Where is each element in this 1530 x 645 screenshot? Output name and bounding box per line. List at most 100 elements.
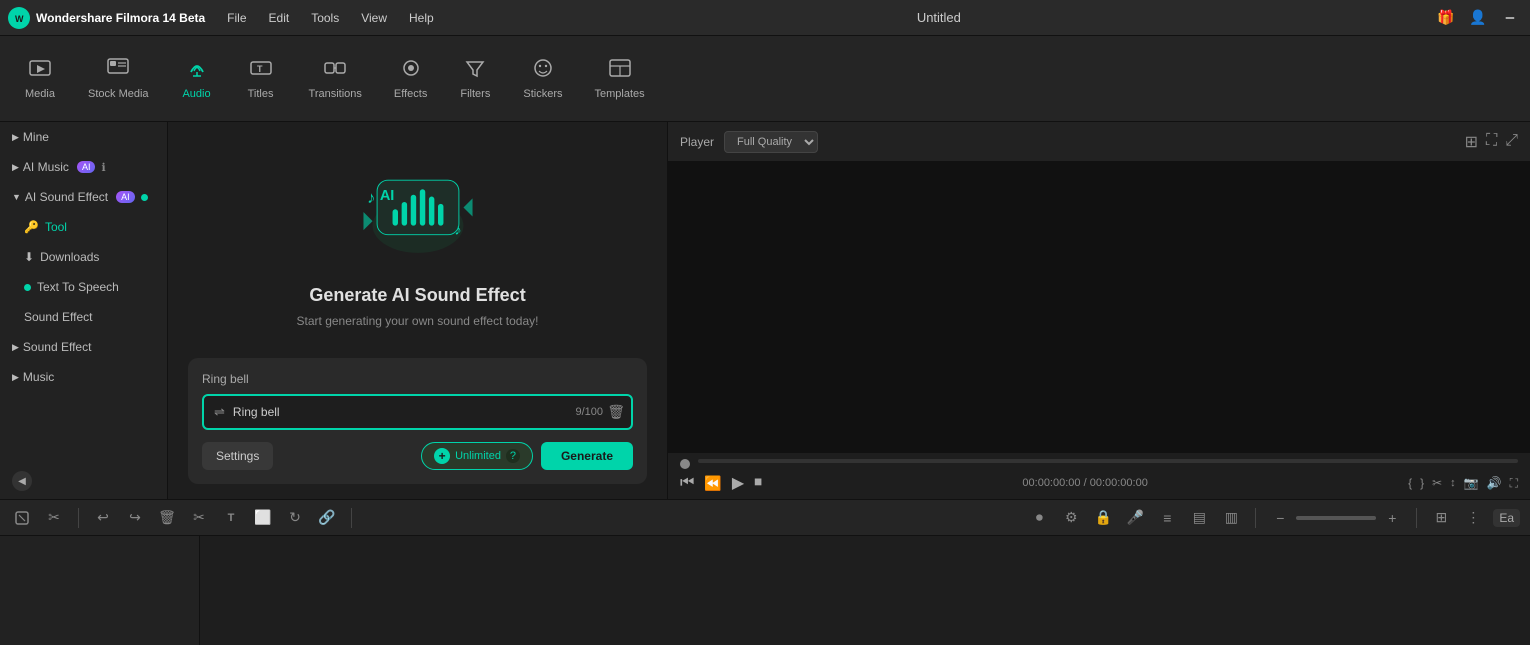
tl-grid-view[interactable]: ⊞ [1429, 506, 1453, 530]
play-icon[interactable]: ▶ [732, 473, 744, 493]
mark-out-icon[interactable]: } [1420, 476, 1424, 490]
sidebar-sub-downloads[interactable]: ⬇ Downloads [0, 242, 167, 272]
quality-select[interactable]: Full Quality [724, 131, 818, 153]
right-ctrl-btns: { } ✂ ↕ 📷 🔊 ⛶ [1408, 476, 1518, 491]
generate-title: Generate AI Sound Effect [309, 285, 525, 306]
trim-icon[interactable]: ✂ [1432, 476, 1442, 490]
player-left: Player Full Quality [680, 131, 818, 153]
input-value: Ring bell [233, 405, 280, 419]
generate-button[interactable]: Generate [541, 442, 633, 470]
sidebar-item-mine[interactable]: ▶ Mine [0, 122, 167, 152]
grid-view-icon[interactable]: ⊞ [1465, 132, 1478, 152]
sidebar-sub-text-to-speech[interactable]: Text To Speech [0, 272, 167, 302]
tool-icon: 🔑 [24, 220, 39, 234]
help-icon[interactable]: ? [506, 449, 520, 463]
tl-select-tool[interactable] [10, 506, 34, 530]
sidebar-ai-music-label: AI Music [23, 160, 69, 174]
audio-icon [186, 58, 208, 84]
toolbar-stickers[interactable]: Stickers [509, 50, 576, 108]
ai-sound-dot [141, 194, 148, 201]
toolbar-audio-label: Audio [182, 88, 210, 100]
templates-icon [609, 58, 631, 84]
main-area: ▶ Mine ▶ AI Music AI ℹ ▼ AI Sound Effect… [0, 122, 1530, 499]
fullscreen-icon[interactable]: ⤢ [1505, 132, 1518, 152]
app-logo: W Wondershare Filmora 14 Beta [8, 7, 205, 29]
sidebar-ai-sound-effect-label: AI Sound Effect [25, 190, 108, 204]
ea-button[interactable]: Ea [1493, 509, 1520, 527]
volume-icon[interactable]: 🔊 [1487, 476, 1502, 490]
tl-crop[interactable]: ⬜ [251, 506, 275, 530]
right-footer: + Unlimited ? Generate [421, 442, 633, 470]
tl-more[interactable]: ⋮ [1461, 506, 1485, 530]
sidebar-item-music[interactable]: ▶ Music [0, 362, 167, 392]
sidebar-item-ai-music[interactable]: ▶ AI Music AI ℹ [0, 152, 167, 182]
unlimited-label: Unlimited [455, 450, 501, 462]
zoom-controls: − + [1268, 506, 1404, 530]
speed-icon[interactable]: ↕ [1450, 477, 1456, 489]
tl-delete[interactable]: 🗑 [155, 506, 179, 530]
zoom-in-icon[interactable]: + [1380, 506, 1404, 530]
tl-lock[interactable]: 🔒 [1091, 506, 1115, 530]
window-actions: 🎁 👤 🗕 [1434, 6, 1522, 30]
tl-caption[interactable]: ▤ [1187, 506, 1211, 530]
zoom-slider[interactable] [1296, 516, 1376, 520]
input-card: Ring bell ⇌ Ring bell 9/100 🗑 Settings +… [188, 358, 647, 484]
minimize-icon[interactable]: 🗕 [1498, 6, 1522, 30]
collapse-icon[interactable]: ◀ [12, 471, 32, 491]
settings-button[interactable]: Settings [202, 442, 273, 470]
snapshot-icon[interactable]: 📷 [1464, 476, 1479, 490]
unlimited-badge[interactable]: + Unlimited ? [421, 442, 533, 470]
menu-view[interactable]: View [351, 7, 397, 29]
tts-dot [24, 284, 31, 291]
menu-edit[interactable]: Edit [259, 7, 300, 29]
toolbar-transitions[interactable]: Transitions [295, 50, 376, 108]
toolbar-templates[interactable]: Templates [580, 50, 658, 108]
tl-link[interactable]: 🔗 [315, 506, 339, 530]
zoom-out-icon[interactable]: − [1268, 506, 1292, 530]
menu-help[interactable]: Help [399, 7, 444, 29]
tl-motion[interactable]: ↻ [283, 506, 307, 530]
stop-icon[interactable]: ⏹ [754, 474, 762, 492]
tl-track[interactable]: ≡ [1155, 506, 1179, 530]
sidebar-downloads-label: Downloads [40, 250, 99, 264]
toolbar-effects[interactable]: Effects [380, 50, 441, 108]
tl-subtitle[interactable]: ▥ [1219, 506, 1243, 530]
crop-view-icon[interactable]: ⛶ [1486, 132, 1497, 152]
input-text-area[interactable]: ⇌ Ring bell [202, 394, 633, 430]
svg-text:T: T [257, 64, 263, 74]
svg-text:W: W [15, 14, 24, 24]
fullscreen-player-icon[interactable]: ⛶ [1510, 476, 1518, 491]
tl-undo[interactable]: ↩ [91, 506, 115, 530]
tl-text[interactable]: T [219, 506, 243, 530]
progress-bar[interactable] [698, 459, 1518, 463]
plus-icon: + [434, 448, 450, 464]
sidebar-item-ai-sound-effect[interactable]: ▼ AI Sound Effect AI [0, 182, 167, 212]
toolbar-audio[interactable]: Audio [167, 50, 227, 108]
step-back-icon[interactable]: ⏪ [704, 475, 721, 492]
toolbar-filters[interactable]: Filters [445, 50, 505, 108]
toolbar-titles-label: Titles [248, 88, 274, 100]
sidebar-sub-sound-effect[interactable]: Sound Effect [0, 302, 167, 332]
tl-mic[interactable]: 🎤 [1123, 506, 1147, 530]
toolbar-stickers-label: Stickers [523, 88, 562, 100]
skip-back-icon[interactable]: ⏮ [680, 474, 694, 492]
tl-record[interactable]: ⏺ [1027, 506, 1051, 530]
tl-settings-2[interactable]: ⚙ [1059, 506, 1083, 530]
trash-icon[interactable]: 🗑 [607, 404, 625, 421]
sidebar-item-sound-effect[interactable]: ▶ Sound Effect [0, 332, 167, 362]
sidebar-sub-tool[interactable]: 🔑 Tool [0, 212, 167, 242]
menu-tools[interactable]: Tools [301, 7, 349, 29]
sidebar-collapse-btn[interactable]: ◀ [0, 463, 167, 499]
menu-file[interactable]: File [217, 7, 256, 29]
tl-redo[interactable]: ↪ [123, 506, 147, 530]
toolbar-titles[interactable]: T Titles [231, 50, 291, 108]
gift-icon[interactable]: 🎁 [1434, 6, 1458, 30]
account-icon[interactable]: 👤 [1466, 6, 1490, 30]
toolbar-stock-media[interactable]: Stock Media [74, 50, 163, 108]
mark-in-icon[interactable]: { [1408, 476, 1412, 490]
tl-razor-tool[interactable]: ✂ [42, 506, 66, 530]
tl-cut[interactable]: ✂ [187, 506, 211, 530]
progress-handle[interactable] [680, 459, 690, 469]
tl-sep-2 [351, 508, 352, 528]
toolbar-media[interactable]: Media [10, 50, 70, 108]
